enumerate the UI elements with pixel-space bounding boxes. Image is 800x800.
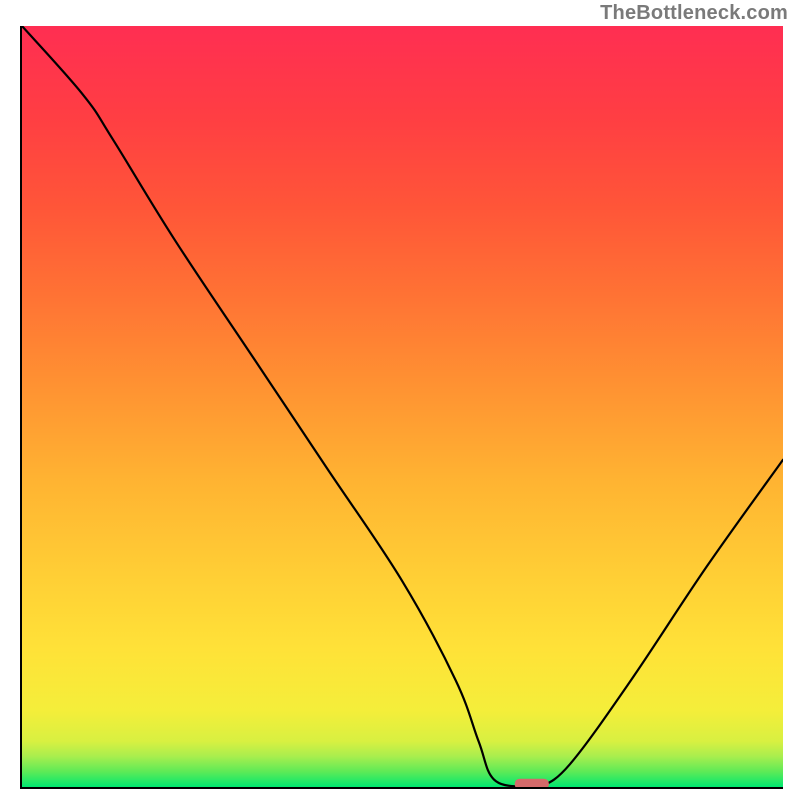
bottleneck-curve <box>22 26 783 787</box>
chart-container: TheBottleneck.com <box>0 0 800 800</box>
plot-area <box>20 26 783 789</box>
chart-svg <box>22 26 783 787</box>
optimal-marker <box>515 779 549 787</box>
watermark-text: TheBottleneck.com <box>600 2 788 25</box>
